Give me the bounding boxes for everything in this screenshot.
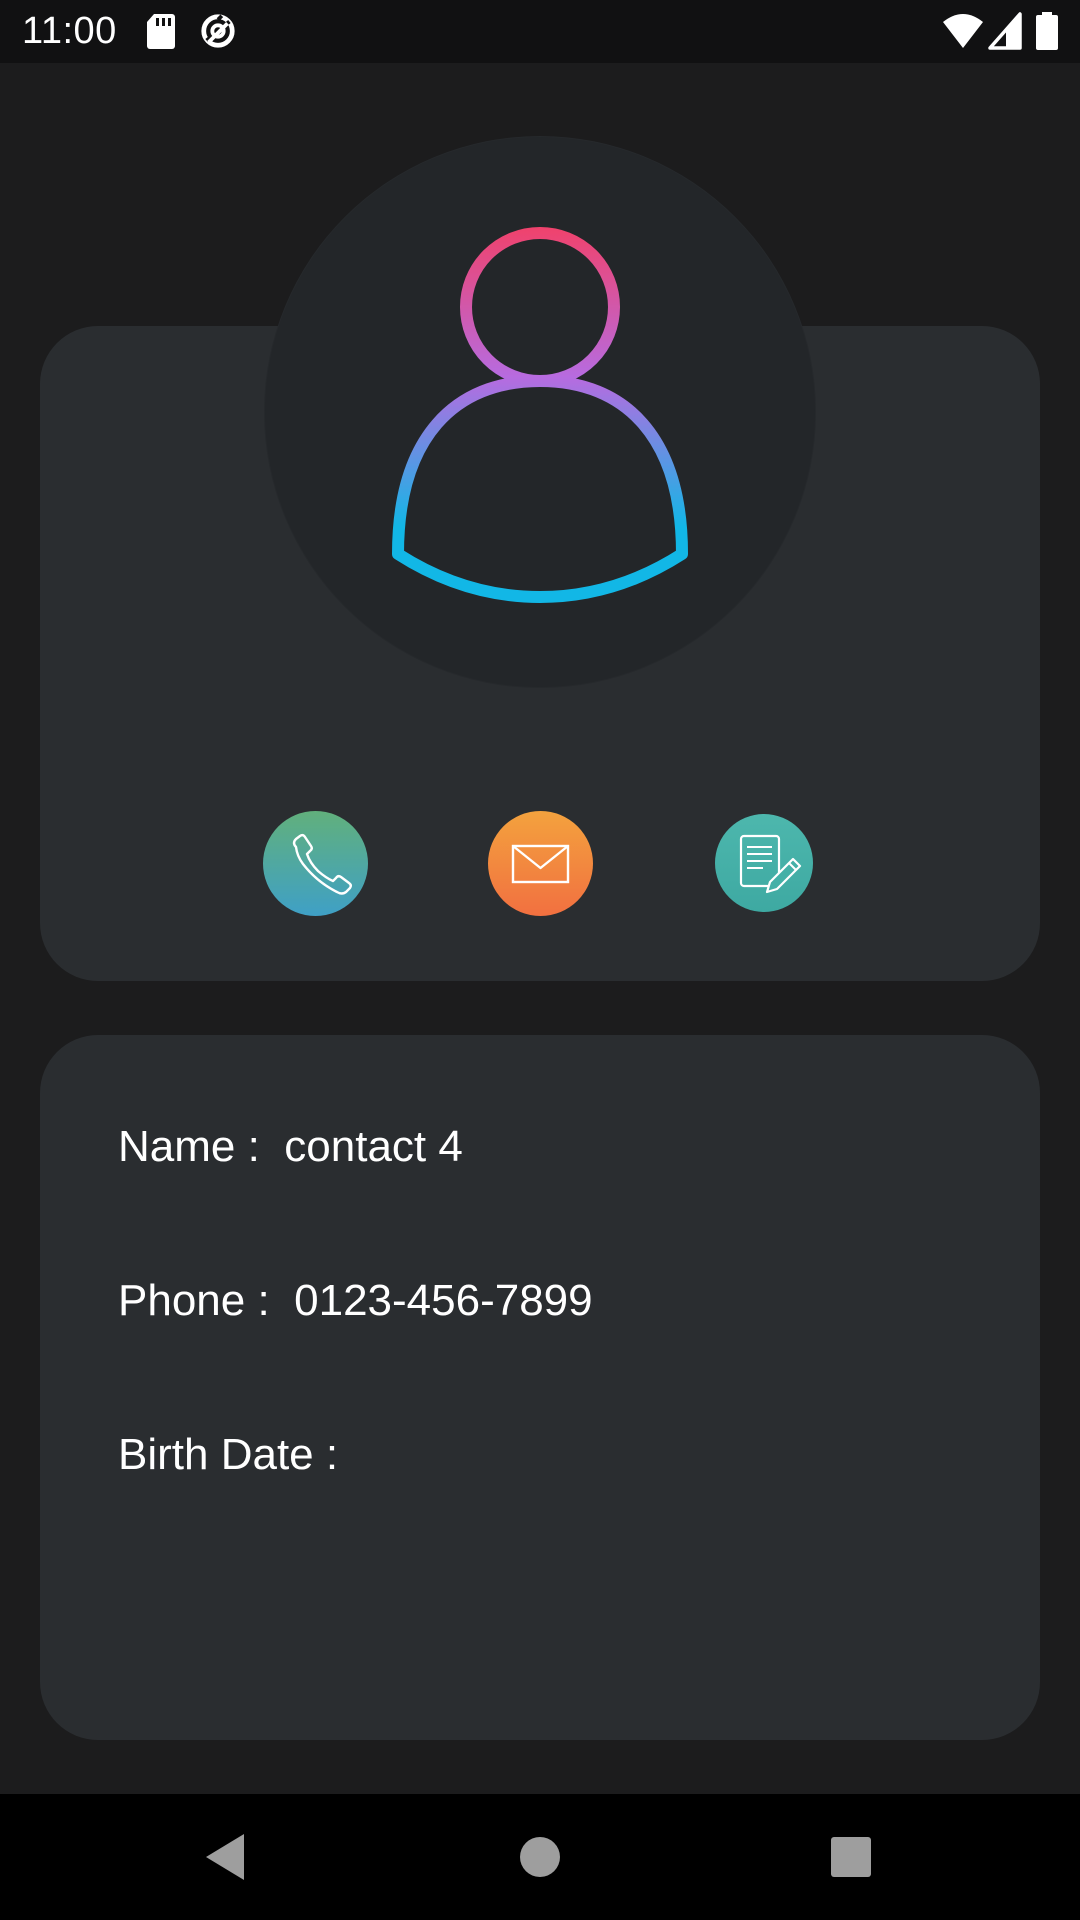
birth-date-row: Birth Date : <box>118 1428 363 1482</box>
home-icon[interactable] <box>507 1824 573 1890</box>
avatar <box>265 137 815 687</box>
person-outline-icon <box>392 227 688 603</box>
name-value: contact 4 <box>284 1122 463 1171</box>
wifi-icon <box>943 14 983 48</box>
phone-row: Phone : 0123-456-7899 <box>118 1274 593 1328</box>
recents-icon[interactable] <box>818 1824 884 1890</box>
name-row: Name : contact 4 <box>118 1120 463 1174</box>
phone-label: Phone : <box>118 1276 270 1325</box>
envelope-icon <box>511 844 570 884</box>
battery-icon <box>1036 12 1058 50</box>
edit-note-icon <box>739 834 802 894</box>
back-icon[interactable] <box>196 1824 262 1890</box>
contact-detail-screen: 11:00 Name: contact 4 Phone: 0123-456-… <box>0 0 1080 1920</box>
data-saver-icon <box>201 14 235 48</box>
call-button[interactable] <box>263 811 368 916</box>
phone-icon <box>292 834 352 895</box>
phone-value: 0123-456-7899 <box>294 1276 593 1325</box>
status-bar: 11:00 <box>0 0 1080 63</box>
status-time: 11:00 <box>22 10 117 52</box>
navigation-bar <box>0 1794 1080 1920</box>
birth-date-label: Birth Date : <box>118 1430 339 1479</box>
email-button[interactable] <box>488 811 593 916</box>
cell-signal-icon <box>988 12 1022 50</box>
edit-button[interactable] <box>715 814 813 912</box>
sd-card-icon <box>147 14 175 49</box>
name-label: Name : <box>118 1122 260 1171</box>
